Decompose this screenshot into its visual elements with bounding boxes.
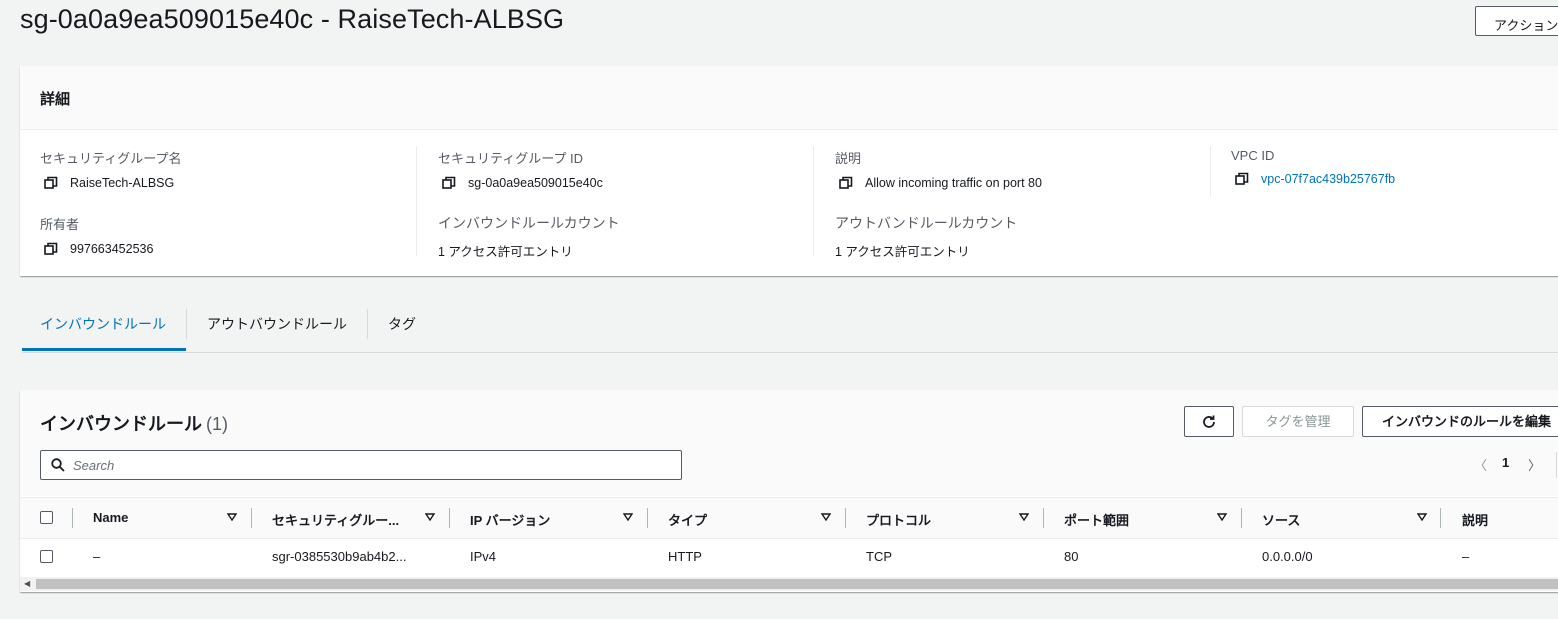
- details-heading: 詳細: [40, 91, 71, 108]
- column-divider: [72, 508, 73, 528]
- column-divider: [1241, 508, 1242, 528]
- manage-tags-button[interactable]: タグを管理: [1242, 406, 1354, 437]
- sg-name-value: RaiseTech-ALBSG: [70, 176, 175, 190]
- field-inbound-count: インバウンドルールカウント 1 アクセス許可エントリ: [438, 213, 620, 260]
- column-divider: [449, 508, 450, 528]
- outbound-count-value: 1 アクセス許可エントリ: [835, 245, 970, 259]
- inbound-count-value: 1 アクセス許可エントリ: [438, 245, 573, 259]
- sort-icon[interactable]: [1217, 512, 1227, 522]
- sort-icon[interactable]: [425, 512, 435, 522]
- inbound-rules-panel: インバウンドルール (1) タグを管理 インバウンドのルールを編集 Search …: [20, 390, 1558, 592]
- table-row[interactable]: – sgr-0385530b9ab4b2... IPv4 HTTP TCP 80…: [20, 538, 1558, 576]
- owner-value: 997663452536: [70, 242, 154, 256]
- column-divider: [1043, 508, 1044, 528]
- divider: [1210, 146, 1211, 196]
- search-input[interactable]: Search: [40, 450, 682, 480]
- field-label: 所有者: [40, 217, 80, 232]
- table-header: Name セキュリティグルー... IP バージョン タイプ プロトコル ポート…: [20, 497, 1558, 539]
- next-page-icon[interactable]: 〉: [1528, 455, 1541, 474]
- rules-count: (1): [206, 414, 228, 434]
- column-header-type[interactable]: タイプ: [668, 510, 707, 529]
- field-label: VPC ID: [1231, 148, 1275, 163]
- field-label: セキュリティグループ名: [40, 151, 182, 166]
- pager-divider: [1556, 452, 1557, 478]
- column-header-ip-version[interactable]: IP バージョン: [470, 510, 550, 529]
- field-label: 説明: [835, 151, 862, 166]
- cell-name: –: [93, 549, 101, 564]
- search-icon: [51, 458, 65, 472]
- column-header-name[interactable]: Name: [93, 510, 128, 525]
- column-divider: [251, 508, 252, 528]
- divider: [416, 146, 417, 256]
- rules-header: インバウンドルール (1) タグを管理 インバウンドのルールを編集 Search …: [20, 390, 1558, 496]
- cell-rule-id: sgr-0385530b9ab4b2...: [272, 549, 407, 564]
- scroll-left-icon[interactable]: ◀: [24, 579, 30, 588]
- refresh-button[interactable]: [1184, 406, 1234, 437]
- cell-port-range: 80: [1064, 549, 1079, 564]
- field-label: インバウンドルールカウント: [438, 215, 620, 231]
- page-number[interactable]: 1: [1502, 455, 1509, 470]
- field-outbound-count: アウトバンドルールカウント 1 アクセス許可エントリ: [835, 213, 1017, 260]
- details-header: 詳細: [20, 66, 1558, 130]
- tab-outbound-rules[interactable]: アウトバウンドルール: [207, 314, 347, 334]
- cell-protocol: TCP: [866, 549, 892, 564]
- prev-page-icon[interactable]: 〈: [1474, 455, 1487, 474]
- actions-button[interactable]: アクション: [1475, 6, 1558, 36]
- page-title: sg-0a0a9ea509015e40c - RaiseTech-ALBSG: [20, 4, 565, 34]
- divider: [813, 146, 814, 256]
- tab-inbound-rules[interactable]: インバウンドルール: [40, 314, 166, 334]
- tab-divider: [367, 309, 368, 339]
- scrollbar-thumb[interactable]: [36, 579, 1558, 589]
- copy-icon[interactable]: [839, 176, 853, 190]
- vpc-id-link[interactable]: vpc-07f7ac439b25767fb: [1261, 172, 1395, 186]
- rules-title-text: インバウンドルール: [40, 414, 202, 434]
- copy-icon[interactable]: [44, 176, 58, 190]
- column-header-rule-id[interactable]: セキュリティグルー...: [272, 510, 399, 529]
- column-header-source[interactable]: ソース: [1262, 510, 1300, 529]
- search-placeholder: Search: [73, 458, 115, 473]
- column-header-protocol[interactable]: プロトコル: [866, 510, 931, 529]
- field-owner: 所有者 997663452536: [40, 214, 153, 256]
- cell-description: –: [1462, 549, 1470, 564]
- select-all-checkbox[interactable]: [40, 511, 53, 524]
- rules-title: インバウンドルール (1): [40, 410, 228, 436]
- active-tab-indicator: [22, 348, 186, 351]
- refresh-icon: [1203, 415, 1215, 428]
- sort-icon[interactable]: [821, 512, 831, 522]
- field-sg-id: セキュリティグループ ID sg-0a0a9ea509015e40c: [438, 148, 603, 190]
- sort-icon[interactable]: [1417, 512, 1427, 522]
- description-value: Allow incoming traffic on port 80: [865, 176, 1042, 190]
- tab-divider: [186, 309, 187, 339]
- field-sg-name: セキュリティグループ名 RaiseTech-ALBSG: [40, 148, 181, 190]
- sort-icon[interactable]: [1019, 512, 1029, 522]
- field-label: セキュリティグループ ID: [438, 151, 584, 166]
- column-header-port-range[interactable]: ポート範囲: [1064, 510, 1129, 529]
- sort-icon[interactable]: [623, 512, 633, 522]
- tab-bar: インバウンドルール アウトバウンドルール タグ: [22, 300, 1558, 353]
- row-checkbox[interactable]: [40, 550, 53, 563]
- column-divider: [845, 508, 846, 528]
- field-description: 説明 Allow incoming traffic on port 80: [835, 148, 1042, 190]
- sg-id-value: sg-0a0a9ea509015e40c: [468, 176, 603, 190]
- cell-type: HTTP: [668, 549, 702, 564]
- column-header-description[interactable]: 説明: [1462, 510, 1488, 529]
- tab-tags[interactable]: タグ: [388, 314, 416, 334]
- copy-icon[interactable]: [44, 242, 58, 256]
- cell-ip-version: IPv4: [470, 549, 497, 564]
- cell-source: 0.0.0.0/0: [1262, 549, 1313, 564]
- sort-icon[interactable]: [227, 512, 237, 522]
- field-vpc-id: VPC ID vpc-07f7ac439b25767fb: [1231, 148, 1395, 186]
- column-divider: [647, 508, 648, 528]
- horizontal-scrollbar[interactable]: ◀: [20, 577, 1558, 591]
- copy-icon[interactable]: [442, 176, 456, 190]
- copy-icon[interactable]: [1235, 172, 1249, 186]
- field-label: アウトバンドルールカウント: [835, 215, 1018, 231]
- column-divider: [1440, 508, 1441, 528]
- details-panel: 詳細 セキュリティグループ名 RaiseTech-ALBSG セキュリティグルー…: [20, 66, 1558, 276]
- edit-inbound-rules-button[interactable]: インバウンドのルールを編集: [1362, 406, 1558, 437]
